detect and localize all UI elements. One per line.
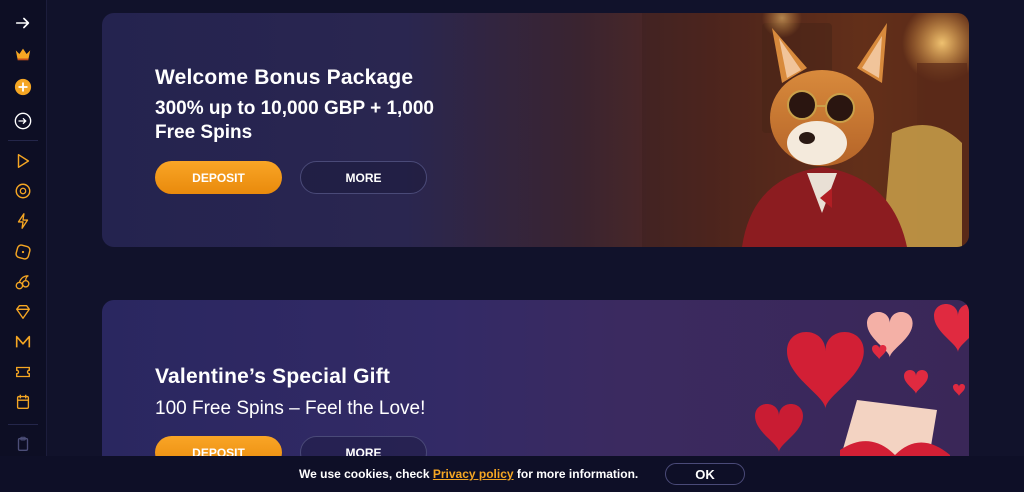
clipboard-icon[interactable] (12, 433, 34, 455)
crown-icon[interactable] (12, 43, 34, 65)
play-icon[interactable] (12, 150, 34, 172)
calendar-icon[interactable] (12, 391, 34, 413)
more-button[interactable]: MORE (300, 161, 427, 194)
cookie-bar: We use cookies, check Privacy policy for… (0, 456, 1024, 492)
hearts-illustration (642, 300, 969, 470)
cookie-text-before: We use cookies, check (299, 467, 433, 481)
sidebar-divider (8, 424, 38, 425)
ticket-icon[interactable] (12, 361, 34, 383)
cherries-icon[interactable] (12, 271, 34, 293)
banner-title: Welcome Bonus Package (155, 66, 414, 89)
cookie-text-after: for more information. (513, 467, 639, 481)
chip-icon[interactable] (12, 180, 34, 202)
welcome-bonus-banner: Welcome Bonus Package 300% up to 10,000 … (102, 13, 969, 247)
diamond-icon[interactable] (12, 301, 34, 323)
privacy-policy-link[interactable]: Privacy policy (433, 467, 514, 481)
valentines-banner: Valentine’s Special Gift 100 Free Spins … (102, 300, 969, 470)
deposit-button[interactable]: DEPOSIT (155, 161, 282, 194)
banner-subtitle-line2: Free Spins (155, 122, 253, 143)
plus-circle-icon[interactable] (12, 76, 34, 98)
m-icon[interactable] (12, 331, 34, 353)
banner-subtitle-line1: 300% up to 10,000 GBP + 1,000 (155, 98, 434, 119)
cookie-message: We use cookies, check Privacy policy for… (299, 467, 638, 481)
cookie-ok-button[interactable]: OK (665, 463, 745, 485)
arrow-right-icon[interactable] (12, 12, 34, 34)
banner-subtitle: 100 Free Spins – Feel the Love! (155, 398, 426, 419)
sidebar (0, 0, 47, 492)
login-icon[interactable] (12, 110, 34, 132)
lightning-icon[interactable] (12, 210, 34, 232)
corgi-illustration (642, 13, 969, 247)
dice-icon[interactable] (12, 241, 34, 263)
banner-title: Valentine’s Special Gift (155, 365, 391, 388)
sidebar-divider (8, 140, 38, 141)
